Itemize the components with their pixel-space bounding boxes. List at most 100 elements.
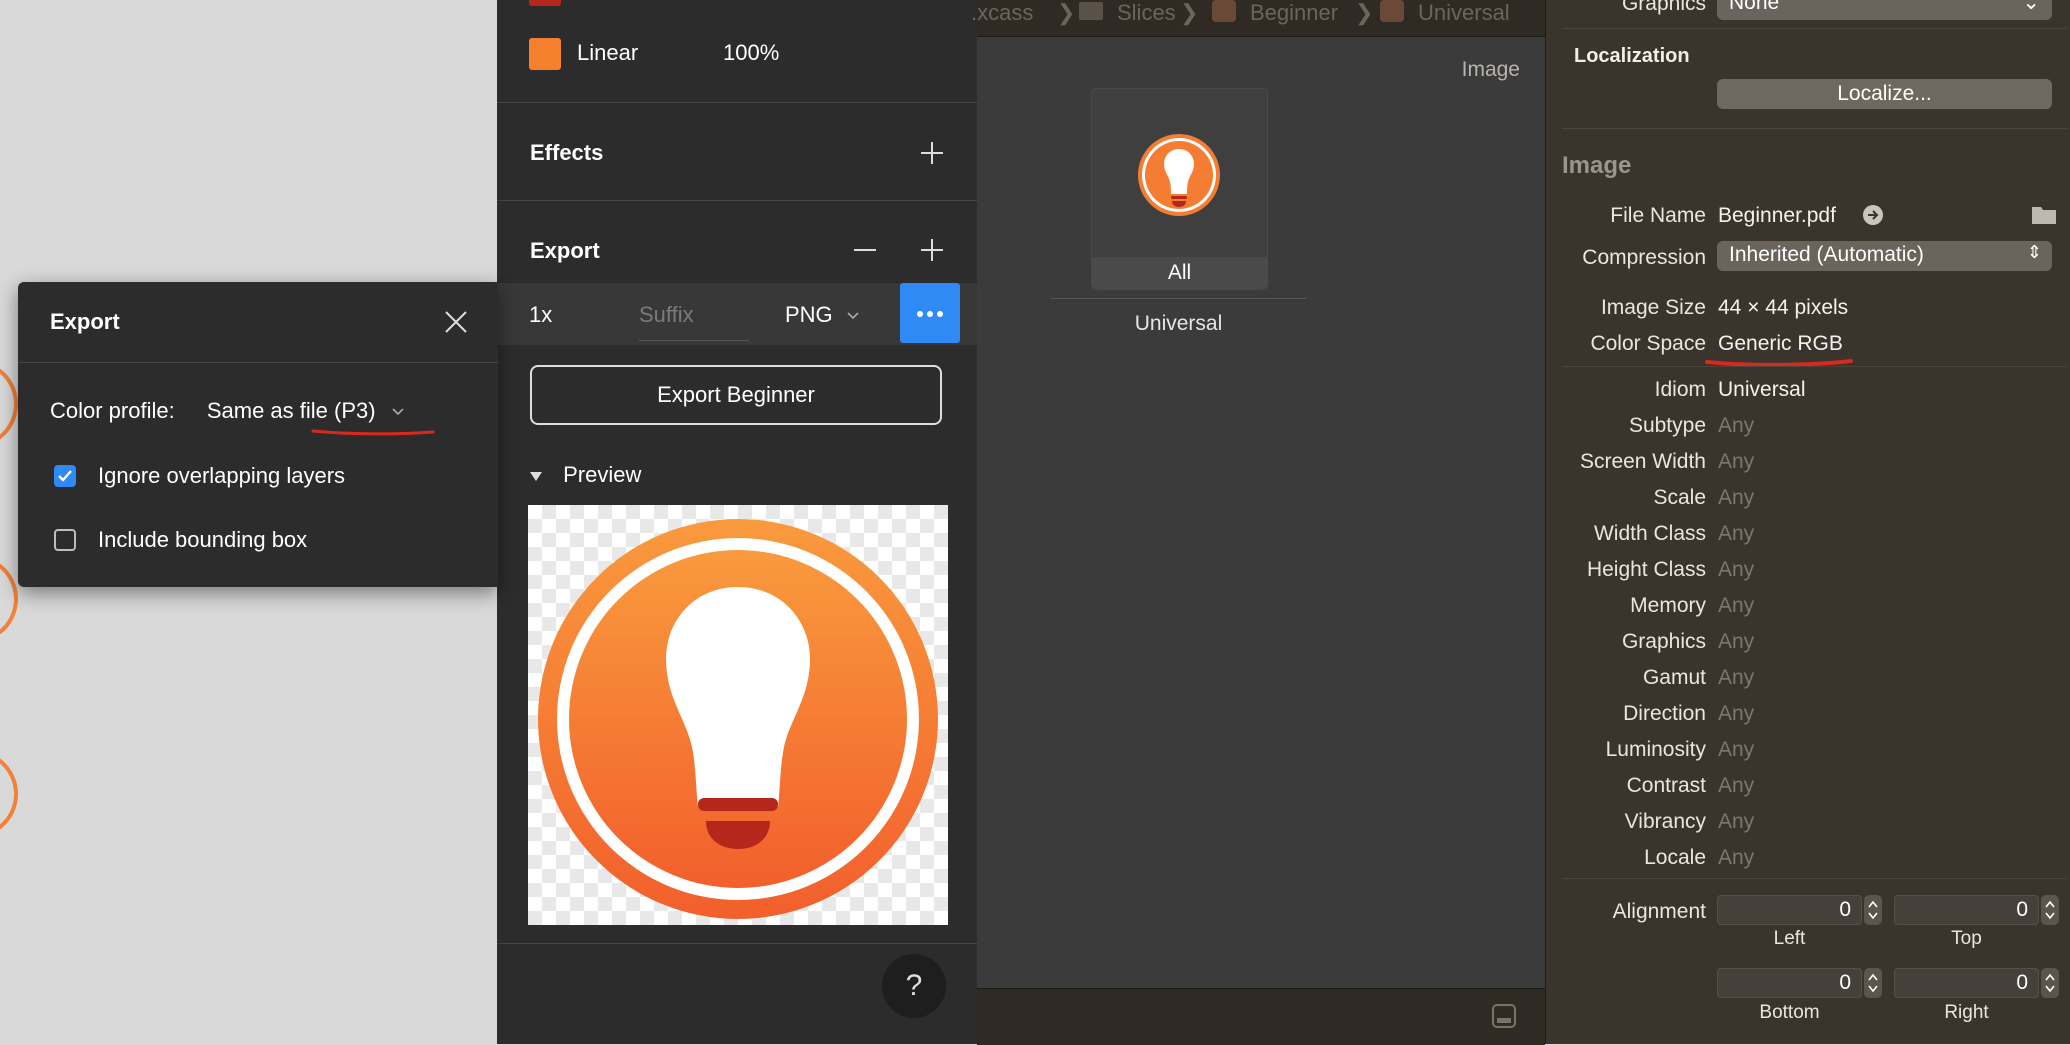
export-title: Export <box>530 238 600 263</box>
alignment-top-field[interactable]: 0 <box>1894 895 2039 925</box>
asset-bottom-bar <box>977 988 1545 1045</box>
file-name-label: File Name <box>1610 204 1706 227</box>
idiom-value: Universal <box>1718 378 1806 401</box>
effects-title: Effects <box>530 140 604 165</box>
toggle-panel-icon[interactable] <box>1491 1003 1517 1029</box>
breadcrumb-item[interactable]: Universal <box>1418 0 1510 26</box>
trait-value[interactable]: Any <box>1718 450 1754 474</box>
breadcrumb-item[interactable]: Beginner <box>1250 0 1338 26</box>
trait-label: Memory <box>1630 594 1706 617</box>
top-graphics-value: None <box>1729 0 1780 14</box>
idiom-label: Idiom <box>1654 378 1706 401</box>
close-icon[interactable] <box>442 308 470 336</box>
trait-value[interactable]: Any <box>1718 774 1754 798</box>
trait-label: Scale <box>1653 486 1706 509</box>
trait-value[interactable]: Any <box>1718 702 1754 726</box>
trait-value[interactable]: Any <box>1718 486 1754 510</box>
alignment-bottom-caption: Bottom <box>1759 1002 1820 1023</box>
trait-value[interactable]: Any <box>1718 594 1754 618</box>
trait-value[interactable]: Any <box>1718 414 1754 438</box>
trait-label: Direction <box>1623 702 1706 725</box>
trait-label: Height Class <box>1586 558 1706 581</box>
top-graphics-select[interactable]: None ⌄ <box>1717 0 2052 20</box>
canvas-shape[interactable] <box>0 360 18 448</box>
breadcrumb-item[interactable]: .xcass <box>971 0 1033 26</box>
add-export-icon[interactable] <box>916 234 948 266</box>
chevron-right-icon: ❯ <box>1180 0 1199 25</box>
export-format-select[interactable]: PNG <box>785 302 861 328</box>
ignore-overlapping-label[interactable]: Ignore overlapping layers <box>98 463 345 489</box>
image-asset-icon <box>1212 0 1236 22</box>
export-beginner-button[interactable]: Export Beginner <box>530 365 942 425</box>
reveal-arrow-icon[interactable] <box>1862 204 1884 226</box>
color-profile-select[interactable]: Same as file (P3) <box>207 398 435 436</box>
canvas-shape[interactable] <box>0 750 18 838</box>
alignment-top-stepper[interactable] <box>2041 895 2059 925</box>
localize-button[interactable]: Localize... <box>1717 79 2052 109</box>
alignment-left-field[interactable]: 0 <box>1717 895 1862 925</box>
breadcrumb-item[interactable]: Slices <box>1117 0 1176 26</box>
alignment-right-value: 0 <box>2016 971 2028 994</box>
trait-value[interactable]: Any <box>1718 522 1754 546</box>
stepper-arrows-icon <box>2045 973 2055 993</box>
image-slot-all[interactable]: All <box>1091 88 1268 290</box>
color-space-value: Generic RGB <box>1718 332 1843 355</box>
trait-label: Screen Width <box>1579 450 1706 473</box>
remove-export-icon[interactable] <box>849 234 881 266</box>
alignment-bottom-field[interactable]: 0 <box>1717 968 1862 998</box>
fill-swatch[interactable] <box>529 38 561 70</box>
trait-label: Subtype <box>1628 414 1706 437</box>
color-space-label: Color Space <box>1590 332 1706 355</box>
popup-title: Export <box>50 309 120 334</box>
color-profile-row: Color profile: Same as file (P3) <box>50 398 435 436</box>
fill-opacity[interactable]: 100% <box>723 40 779 66</box>
trait-value[interactable]: Any <box>1718 558 1754 582</box>
export-more-button[interactable] <box>900 283 960 343</box>
alignment-bottom-value: 0 <box>1839 971 1851 994</box>
folder-icon[interactable] <box>2031 203 2057 225</box>
trait-value[interactable]: Any <box>1718 810 1754 834</box>
help-button[interactable]: ? <box>882 954 946 1018</box>
trait-label: Luminosity <box>1605 738 1706 761</box>
breadcrumb: .xcass ❯ Slices ❯ Beginner ❯ Universal <box>971 0 1545 37</box>
trait-value[interactable]: Any <box>1718 666 1754 690</box>
export-suffix-input[interactable]: Suffix <box>639 302 749 341</box>
export-scale[interactable]: 1x <box>529 302 552 328</box>
alignment-right-caption: Right <box>1944 1002 1989 1023</box>
export-settings-row: 1x Suffix PNG <box>497 283 977 345</box>
alignment-left-value: 0 <box>1839 898 1851 921</box>
lightbulb-icon <box>1138 134 1220 216</box>
chevron-down-icon <box>847 312 859 320</box>
include-bbox-checkbox[interactable] <box>54 529 76 551</box>
trait-value[interactable]: Any <box>1718 738 1754 762</box>
export-format-value: PNG <box>785 302 833 327</box>
trait-value[interactable]: Any <box>1718 846 1754 870</box>
add-effect-icon[interactable] <box>916 137 948 169</box>
image-section-title: Image <box>1562 152 1632 179</box>
fill-mode[interactable]: Linear <box>577 40 638 66</box>
popup-header: Export <box>18 282 498 363</box>
slot-group-label: Universal <box>1134 312 1223 335</box>
file-name-value: Beginner.pdf <box>1718 204 1836 227</box>
ignore-overlapping-checkbox[interactable] <box>54 465 76 487</box>
fill-swatch-top[interactable] <box>529 0 561 6</box>
compression-value: Inherited (Automatic) <box>1729 243 1924 266</box>
trait-value[interactable]: Any <box>1718 630 1754 654</box>
localization-title: Localization <box>1574 45 1690 67</box>
compression-select[interactable]: Inherited (Automatic) ⇕ <box>1717 241 2052 271</box>
lightbulb-icon <box>538 519 938 919</box>
color-profile-label: Color profile: <box>50 398 175 423</box>
alignment-bottom-stepper[interactable] <box>1864 968 1882 998</box>
alignment-right-field[interactable]: 0 <box>1894 968 2039 998</box>
preview-toggle[interactable]: Preview <box>529 462 641 488</box>
checkmark-icon <box>58 470 72 482</box>
alignment-right-stepper[interactable] <box>2041 968 2059 998</box>
trait-label: Contrast <box>1626 774 1706 797</box>
preview-image <box>528 505 948 925</box>
alignment-left-stepper[interactable] <box>1864 895 1882 925</box>
top-graphics-label: Graphics <box>1621 0 1706 15</box>
canvas-shape[interactable] <box>0 555 18 643</box>
folder-icon <box>1079 2 1103 20</box>
include-bbox-label[interactable]: Include bounding box <box>98 527 307 553</box>
chevron-right-icon: ❯ <box>1057 0 1076 25</box>
